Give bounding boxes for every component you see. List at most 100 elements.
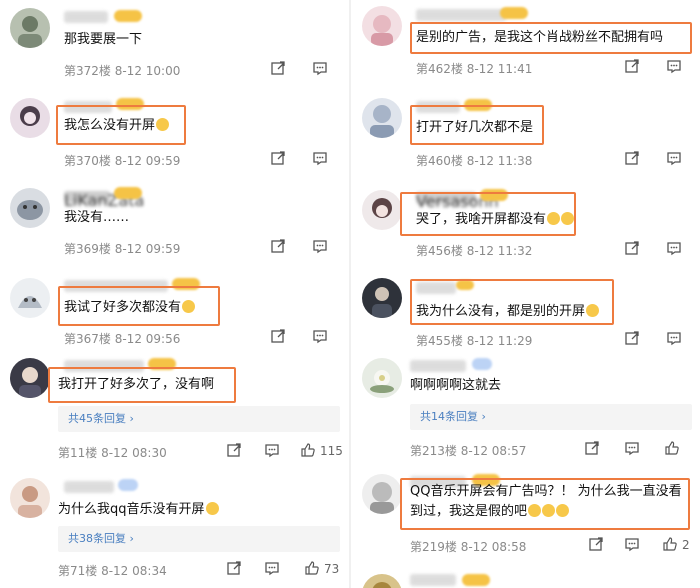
column-divider <box>349 0 351 588</box>
share-icon[interactable] <box>624 150 640 166</box>
share-icon[interactable] <box>624 330 640 346</box>
avatar[interactable] <box>362 358 402 398</box>
avatar[interactable] <box>362 574 402 588</box>
comment-meta: 第213楼 8-12 08:57 <box>410 444 527 458</box>
comment-text: 打开了好几次都不是 <box>416 120 534 135</box>
smirk-emoji-icon <box>586 304 600 317</box>
avatar[interactable] <box>362 6 402 46</box>
comment-icon[interactable] <box>264 442 280 458</box>
vip-badge <box>462 574 490 586</box>
right-comment-column: 是别的广告，是我这个肖战粉丝不配拥有吗 第462楼 8-12 11:41 打开了… <box>352 0 700 588</box>
comment-meta: 第455楼 8-12 11:29 <box>416 334 533 348</box>
like-count: 73 <box>324 562 340 576</box>
comment-item <box>352 570 700 588</box>
share-icon[interactable] <box>270 60 286 76</box>
level-badge <box>472 358 492 370</box>
comment-text: 啊啊啊啊这就去 <box>410 378 502 393</box>
comment-meta: 第462楼 8-12 11:41 <box>416 62 533 76</box>
thumbs-up-icon[interactable] <box>300 442 316 458</box>
avatar[interactable] <box>10 358 50 398</box>
username[interactable]: LiKanZata <box>64 191 144 210</box>
comment-text: 我怎么没有开屏 <box>64 116 170 136</box>
cry-emoji-icon <box>556 504 570 517</box>
avatar[interactable] <box>362 98 402 138</box>
avatar[interactable] <box>10 8 50 48</box>
share-icon[interactable] <box>624 58 640 74</box>
comment-item: 那我要展一下 第372楼 8-12 10:00 <box>0 0 348 85</box>
vip-badge <box>114 187 142 199</box>
comment-meta: 第456楼 8-12 11:32 <box>416 244 533 258</box>
comment-text: 我试了好多次都没有 <box>64 298 196 318</box>
candle-emoji-icon <box>547 212 561 225</box>
thumbs-up-icon[interactable] <box>664 440 680 456</box>
avatar[interactable] <box>362 278 402 318</box>
comment-text: 我打开了好多次了，没有啊 <box>58 377 215 392</box>
comment-text: 哭了，我啥开屏都没有 <box>416 210 575 230</box>
like-count: 2 <box>682 538 690 552</box>
share-icon[interactable] <box>588 536 604 552</box>
comment-text: 我为什么没有，都是别的开屏 <box>416 302 600 322</box>
thumbs-up-icon[interactable] <box>304 560 320 576</box>
share-icon[interactable] <box>226 442 242 458</box>
comment-text: 那我要展一下 <box>64 32 143 47</box>
comment-icon[interactable] <box>312 150 328 166</box>
comment-icon[interactable] <box>666 240 682 256</box>
comment-meta: 第219楼 8-12 08:58 <box>410 540 527 554</box>
thumbs-up-icon[interactable] <box>662 536 678 552</box>
comment-text: 我没有…… <box>64 210 130 225</box>
comment-text: 为什么我qq音乐没有开屏 <box>58 500 219 520</box>
comment-text: QQ音乐开屏会有广告吗？！ 为什么我一直没看到过，我这是假的吧 <box>410 484 682 519</box>
reply-count-link[interactable]: 共14条回复 › <box>410 404 692 430</box>
avatar[interactable] <box>10 278 50 318</box>
avatar[interactable] <box>10 188 50 228</box>
vip-badge <box>500 7 528 19</box>
comment-item: 啊啊啊啊这就去 共14条回复 › 第213楼 8-12 08:57 <box>352 352 700 464</box>
left-comment-column: 那我要展一下 第372楼 8-12 10:00 我怎么没有开屏 第370楼 8-… <box>0 0 348 588</box>
cry-emoji-icon <box>528 504 542 517</box>
comment-meta: 第367楼 8-12 09:56 <box>64 332 181 346</box>
avatar[interactable] <box>10 98 50 138</box>
like-count: 115 <box>320 444 343 458</box>
comment-icon[interactable] <box>666 150 682 166</box>
cry-emoji-icon <box>542 504 556 517</box>
comment-item: 我怎么没有开屏 第370楼 8-12 09:59 <box>0 90 348 178</box>
comment-item: 为什么我qq音乐没有开屏 共38条回复 › 第71楼 8-12 08:34 73 <box>0 472 348 588</box>
comment-icon[interactable] <box>624 440 640 456</box>
comment-icon[interactable] <box>312 328 328 344</box>
comment-icon[interactable] <box>264 560 280 576</box>
level-badge <box>118 479 138 491</box>
avatar[interactable] <box>10 478 50 518</box>
share-icon[interactable] <box>226 560 242 576</box>
username[interactable] <box>416 9 506 21</box>
comment-item: QQ音乐开屏会有广告吗？！ 为什么我一直没看到过，我这是假的吧 第219楼 8-… <box>352 466 700 570</box>
comment-icon[interactable] <box>312 60 328 76</box>
comment-item: LiKanZata 我没有…… 第369楼 8-12 09:59 <box>0 180 348 268</box>
avatar[interactable] <box>362 190 402 230</box>
reply-count-link[interactable]: 共45条回复 › <box>58 406 340 432</box>
comment-icon[interactable] <box>666 58 682 74</box>
comment-icon[interactable] <box>666 330 682 346</box>
vip-badge <box>114 10 142 22</box>
comment-item: 我打开了好多次了，没有啊 共45条回复 › 第11楼 8-12 08:30 11… <box>0 352 348 470</box>
comment-item: 打开了好几次都不是 第460楼 8-12 11:38 <box>352 90 700 178</box>
candle-emoji-icon <box>561 212 575 225</box>
share-icon[interactable] <box>270 238 286 254</box>
comment-icon[interactable] <box>624 536 640 552</box>
reply-count-link[interactable]: 共38条回复 › <box>58 526 340 552</box>
comment-meta: 第370楼 8-12 09:59 <box>64 154 181 168</box>
share-icon[interactable] <box>270 150 286 166</box>
comment-text: 是别的广告，是我这个肖战粉丝不配拥有吗 <box>416 30 664 45</box>
comment-meta: 第369楼 8-12 09:59 <box>64 242 181 256</box>
share-icon[interactable] <box>624 240 640 256</box>
username[interactable] <box>410 574 456 586</box>
comment-item: 我为什么没有，都是别的开屏 第455楼 8-12 11:29 <box>352 268 700 350</box>
share-icon[interactable] <box>270 328 286 344</box>
share-icon[interactable] <box>584 440 600 456</box>
avatar[interactable] <box>362 474 402 514</box>
cry-emoji-icon <box>205 502 219 515</box>
username[interactable] <box>64 11 108 23</box>
comment-icon[interactable] <box>312 238 328 254</box>
username[interactable] <box>410 360 466 372</box>
username[interactable] <box>64 481 114 493</box>
comment-item: Versasonn 哭了，我啥开屏都没有 第456楼 8-12 11:32 <box>352 180 700 268</box>
